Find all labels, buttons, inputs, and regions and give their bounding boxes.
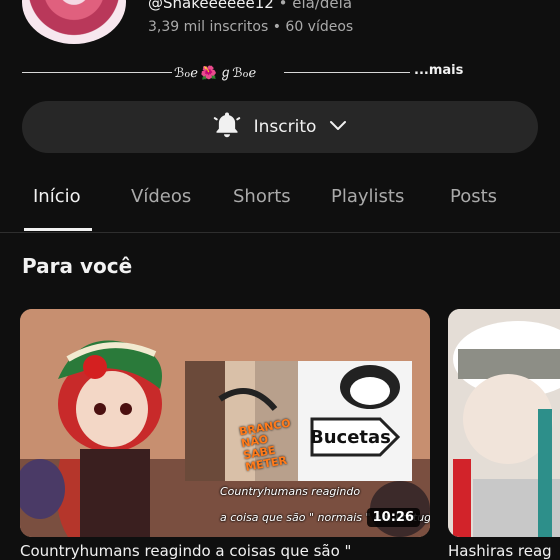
channel-tabs: Início Vídeos Shorts Playlists Posts: [0, 168, 560, 233]
subscribed-label: Inscrito: [253, 117, 317, 137]
separator: •: [278, 0, 288, 12]
pronouns: ela/dela: [292, 0, 353, 12]
channel-stats: 3,39 mil inscritos • 60 vídeos: [148, 19, 353, 35]
bio-divider-left: [22, 72, 172, 73]
separator: •: [272, 19, 281, 35]
tab-home[interactable]: Início: [33, 186, 81, 207]
thumbnail-meme-text: BRANCO NÃO SABE METER: [238, 416, 292, 474]
tab-posts[interactable]: Posts: [450, 186, 497, 207]
thumbnail-art: [448, 309, 560, 537]
bio-text: ℬℴℯ 🌺 ℊℬℴℯ: [174, 66, 257, 81]
channel-handle: @Shakeeeeee12 • ela/dela: [148, 0, 352, 12]
subscriber-count: 3,39 mil inscritos: [148, 19, 269, 35]
thumbnail-caption-1: Countryhumans reagindo: [220, 485, 361, 498]
section-title: Para você: [22, 254, 133, 278]
tab-shorts[interactable]: Shorts: [233, 186, 291, 207]
bell-icon: [212, 110, 242, 144]
bio-more-link[interactable]: ...mais: [414, 63, 463, 78]
video-thumbnail[interactable]: BRANCO NÃO SABE METER Bucetas Countryhum…: [20, 309, 430, 537]
active-tab-indicator: [24, 228, 92, 231]
tab-playlists[interactable]: Playlists: [331, 186, 404, 207]
chevron-down-icon: [328, 115, 348, 139]
thumbnail-sign-text: Bucetas: [310, 427, 391, 448]
video-title[interactable]: Countryhumans reagindo a coisas que são …: [20, 542, 430, 560]
subscribed-button[interactable]: Inscrito: [22, 101, 538, 153]
video-title[interactable]: Hashiras reag: [448, 542, 560, 560]
thumbnail-art: [20, 309, 430, 537]
channel-avatar[interactable]: [22, 0, 126, 44]
bio-divider-right: [284, 72, 410, 73]
channel-bio[interactable]: ℬℴℯ 🌺 ℊℬℴℯ ...mais: [22, 62, 463, 82]
video-count: 60 vídeos: [285, 19, 354, 35]
video-duration: 10:26: [366, 508, 420, 527]
video-thumbnail[interactable]: [448, 309, 560, 537]
handle-text: @Shakeeeeee12: [148, 0, 274, 12]
tab-videos[interactable]: Vídeos: [131, 186, 191, 207]
